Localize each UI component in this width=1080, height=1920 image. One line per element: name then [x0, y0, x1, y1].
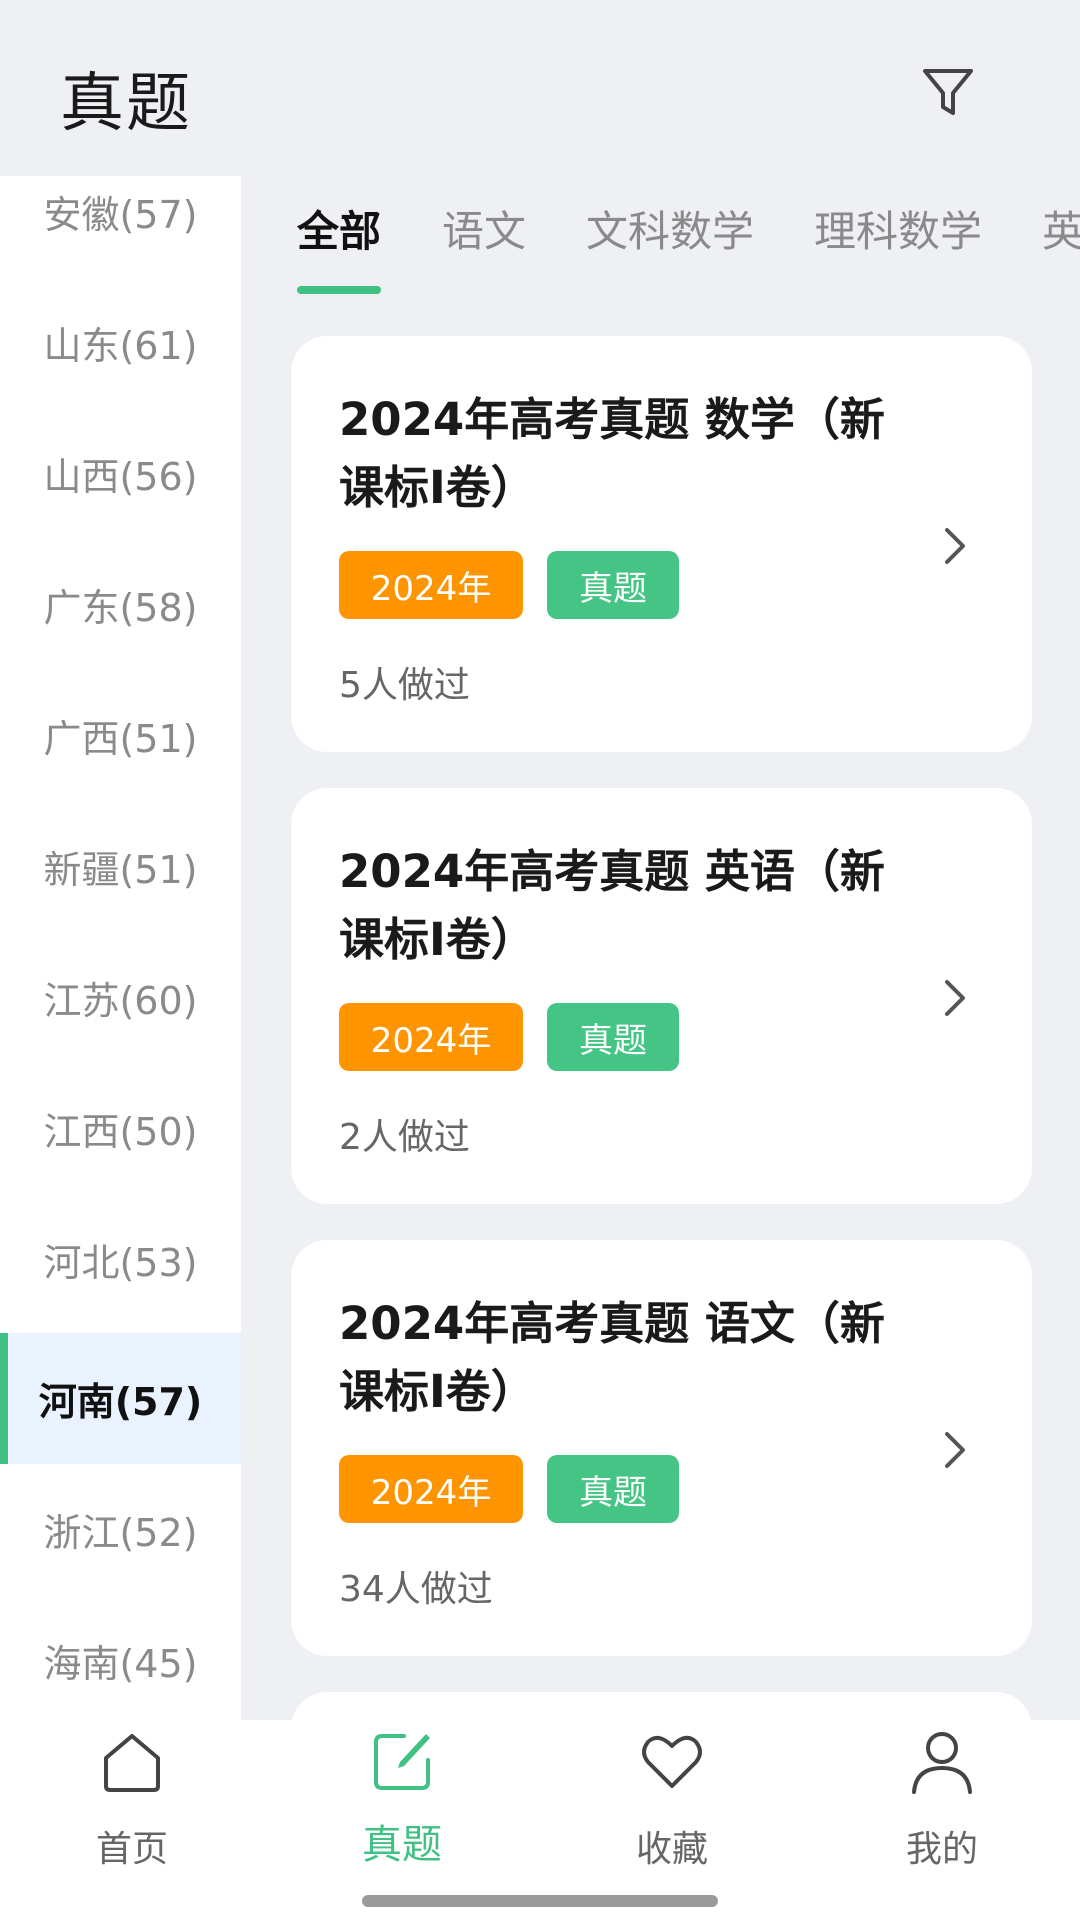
bottom-nav: 首页 真题 收藏 我的: [0, 1720, 1080, 1920]
sidebar-item-shanxi[interactable]: 山西(56): [0, 408, 241, 539]
sidebar-item-guangxi[interactable]: 广西(51): [0, 670, 241, 801]
chevron-right-icon: [945, 1432, 965, 1468]
header: 真题: [0, 0, 1080, 176]
type-tag: 真题: [547, 1455, 679, 1523]
sidebar-item-anhui[interactable]: 安徽(57): [0, 176, 241, 277]
done-count: 2人做过: [339, 1117, 470, 1158]
edit-icon: [374, 1734, 430, 1790]
nav-exams-label: 真题: [362, 1822, 442, 1868]
tab-chinese[interactable]: 语文: [442, 198, 526, 259]
chevron-right-icon: [945, 528, 965, 564]
done-count: 5人做过: [339, 665, 470, 706]
page-title: 真题: [60, 67, 192, 141]
type-tag: 真题: [547, 551, 679, 619]
nav-exams[interactable]: 真题: [302, 1728, 502, 1878]
nav-home-label: 首页: [95, 1829, 168, 1870]
sidebar-item-shandong[interactable]: 山东(61): [0, 277, 241, 408]
tab-science-math[interactable]: 理科数学: [814, 198, 982, 259]
sidebar-item-jiangxi[interactable]: 江西(50): [0, 1063, 241, 1194]
sidebar-item-xinjiang[interactable]: 新疆(51): [0, 801, 241, 932]
type-tag: 真题: [547, 1003, 679, 1071]
year-tag: 2024年: [339, 1455, 523, 1523]
sidebar-item-henan[interactable]: 河南(57): [0, 1333, 241, 1464]
sidebar-item-zhejiang[interactable]: 浙江(52): [0, 1464, 241, 1595]
exam-card[interactable]: 2024年高考真题 英语（新课标I卷） 2024年 真题 2人做过: [291, 788, 1032, 1204]
home-indicator[interactable]: [362, 1895, 718, 1907]
exam-card-title: 2024年高考真题 英语（新课标I卷）: [339, 845, 885, 966]
sidebar-item-guangdong[interactable]: 广东(58): [0, 539, 241, 670]
sidebar-item-hebei[interactable]: 河北(53): [0, 1194, 241, 1325]
tab-liberal-math[interactable]: 文科数学: [586, 198, 754, 259]
subject-tabs: 全部 语文 文科数学 理科数学 英: [241, 176, 1080, 306]
user-icon: [912, 1732, 972, 1794]
nav-favorites-label: 收藏: [635, 1829, 708, 1870]
heart-icon: [642, 1735, 702, 1788]
nav-profile[interactable]: 我的: [842, 1728, 1042, 1878]
nav-home[interactable]: 首页: [32, 1728, 232, 1878]
chevron-right-icon: [945, 980, 965, 1016]
province-sidebar[interactable]: 安徽(57) 山东(61) 山西(56) 广东(58) 广西(51) 新疆(51…: [0, 176, 241, 1720]
home-icon: [104, 1734, 160, 1792]
sidebar-item-hainan[interactable]: 海南(45): [0, 1595, 241, 1720]
exam-card-title: 2024年高考真题 语文（新课标I卷）: [339, 1297, 885, 1418]
tab-all[interactable]: 全部: [297, 198, 381, 259]
exam-card-title: 2024年高考真题 数学（新课标I卷）: [339, 393, 885, 514]
year-tag: 2024年: [339, 551, 523, 619]
exam-card[interactable]: 2024年高考真题 数学（新课标I卷） 2024年 真题 5人做过: [291, 336, 1032, 752]
sidebar-item-jiangsu[interactable]: 江苏(60): [0, 932, 241, 1063]
tab-english[interactable]: 英: [1042, 198, 1080, 259]
year-tag: 2024年: [339, 1003, 523, 1071]
tab-active-indicator: [297, 286, 381, 294]
exam-card[interactable]: 2024年高考真题 语文（新课标I卷） 2024年 真题 34人做过: [291, 1240, 1032, 1656]
filter-button[interactable]: [916, 60, 980, 124]
filter-icon: [923, 69, 973, 115]
nav-favorites[interactable]: 收藏: [572, 1728, 772, 1878]
nav-profile-label: 我的: [905, 1829, 978, 1870]
done-count: 34人做过: [339, 1569, 493, 1610]
